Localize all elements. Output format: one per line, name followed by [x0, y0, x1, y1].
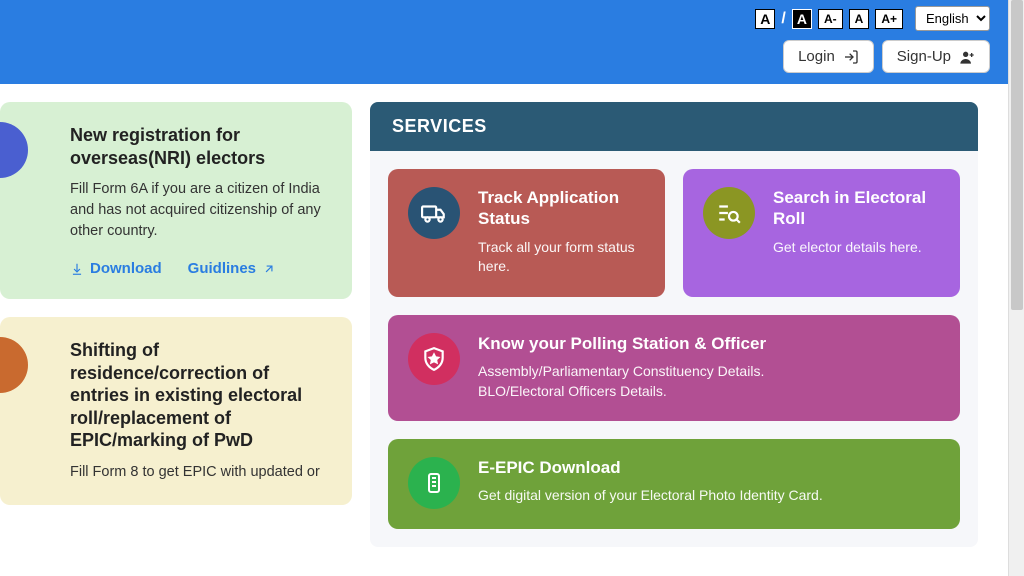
- nri-registration-card[interactable]: New registration for overseas(NRI) elect…: [0, 102, 352, 299]
- auth-bar: Login Sign-Up: [783, 40, 990, 73]
- e-epic-download-card[interactable]: E-EPIC Download Get digital version of y…: [388, 439, 960, 529]
- services-heading: SERVICES: [370, 102, 978, 151]
- login-button[interactable]: Login: [783, 40, 874, 73]
- track-desc: Track all your form status here.: [478, 238, 645, 277]
- font-decrease-button[interactable]: A-: [818, 9, 843, 29]
- epic-desc: Get digital version of your Electoral Ph…: [478, 486, 823, 506]
- nri-download-link[interactable]: Download: [70, 260, 162, 277]
- contrast-light-button[interactable]: A: [755, 9, 775, 29]
- shifting-title: Shifting of residence/correction of entr…: [70, 339, 330, 452]
- track-application-card[interactable]: Track Application Status Track all your …: [388, 169, 665, 297]
- main-content: New registration for overseas(NRI) elect…: [0, 84, 1008, 576]
- search-electoral-roll-card[interactable]: Search in Electoral Roll Get elector det…: [683, 169, 960, 297]
- scrollbar-thumb[interactable]: [1011, 0, 1023, 310]
- nri-links: Download Guidlines: [70, 260, 330, 277]
- contrast-divider: /: [781, 10, 785, 28]
- services-panel: SERVICES Track Application Status Track …: [370, 102, 978, 576]
- nri-guidelines-link[interactable]: Guidlines: [188, 260, 276, 277]
- station-desc2: BLO/Electoral Officers Details.: [478, 382, 766, 402]
- shifting-desc: Fill Form 8 to get EPIC with updated or: [70, 462, 330, 483]
- shield-star-icon: [408, 333, 460, 385]
- truck-icon: [408, 187, 460, 239]
- nri-icon: [0, 122, 28, 178]
- station-title: Know your Polling Station & Officer: [478, 333, 766, 354]
- accessibility-bar: A / A A- A A+ English: [755, 6, 990, 31]
- search-title: Search in Electoral Roll: [773, 187, 940, 230]
- nri-desc: Fill Form 6A if you are a citizen of Ind…: [70, 179, 330, 242]
- vertical-scrollbar[interactable]: [1008, 0, 1024, 576]
- polling-station-card[interactable]: Know your Polling Station & Officer Asse…: [388, 315, 960, 421]
- services-grid: Track Application Status Track all your …: [370, 151, 978, 547]
- external-link-icon: [262, 262, 276, 276]
- track-title: Track Application Status: [478, 187, 645, 230]
- signup-label: Sign-Up: [897, 48, 951, 65]
- search-list-icon: [703, 187, 755, 239]
- font-increase-button[interactable]: A+: [875, 9, 903, 29]
- download-icon: [70, 262, 84, 276]
- login-icon: [843, 49, 859, 65]
- font-default-button[interactable]: A: [849, 9, 870, 29]
- nri-title: New registration for overseas(NRI) elect…: [70, 124, 330, 169]
- contrast-dark-button[interactable]: A: [792, 9, 812, 29]
- epic-title: E-EPIC Download: [478, 457, 823, 478]
- search-desc: Get elector details here.: [773, 238, 940, 258]
- login-label: Login: [798, 48, 835, 65]
- shifting-icon: [0, 337, 28, 393]
- signup-icon: [959, 49, 975, 65]
- left-column: New registration for overseas(NRI) elect…: [0, 102, 352, 576]
- top-header: A / A A- A A+ English Login Sign-Up: [0, 0, 1008, 84]
- signup-button[interactable]: Sign-Up: [882, 40, 990, 73]
- shifting-card[interactable]: Shifting of residence/correction of entr…: [0, 317, 352, 505]
- station-desc1: Assembly/Parliamentary Constituency Deta…: [478, 362, 766, 382]
- id-card-icon: [408, 457, 460, 509]
- language-select[interactable]: English: [915, 6, 990, 31]
